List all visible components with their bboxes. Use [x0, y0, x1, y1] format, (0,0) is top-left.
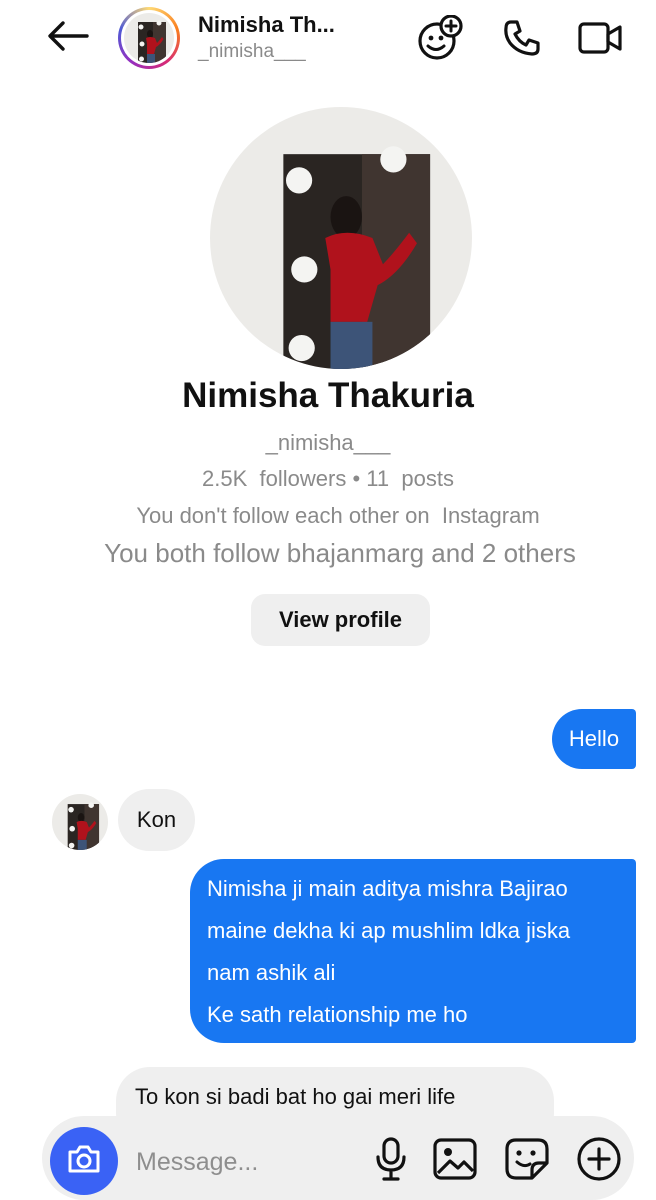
header-username: _nimisha___	[198, 41, 306, 62]
message-text: Kon	[136, 807, 177, 832]
header-avatar[interactable]	[118, 7, 180, 69]
gallery-icon	[432, 1137, 478, 1186]
gallery-button[interactable]	[430, 1136, 480, 1186]
follow-status: You don't follow each other on Instagram	[136, 503, 540, 528]
sticker-button[interactable]	[502, 1136, 552, 1186]
chat-header: Nimisha Th... _nimisha___	[0, 0, 656, 82]
video-call-button[interactable]	[574, 16, 626, 64]
profile-stats: 2.5K followers • 11 posts	[0, 466, 656, 492]
posts-count: 11	[366, 466, 390, 491]
profile-username: _nimisha___	[265, 430, 391, 455]
phone-icon	[502, 18, 542, 63]
followers-count: 2.5K	[202, 466, 248, 491]
back-arrow-icon	[47, 20, 89, 57]
message-line: nam ashik ali	[207, 960, 336, 985]
posts-label: posts	[401, 466, 454, 491]
message-line: Nimisha ji main aditya mishra Bajirao	[207, 876, 568, 901]
profile-picture[interactable]	[210, 107, 472, 369]
voice-message-button[interactable]	[366, 1136, 416, 1186]
camera-icon	[66, 1143, 102, 1180]
header-name[interactable]: Nimisha Th...	[198, 12, 335, 38]
mutual-followers: You both follow bhajanmarg and 2 others	[104, 538, 576, 568]
followers-label: followers	[259, 466, 347, 491]
message-input[interactable]	[136, 1140, 356, 1184]
message-text: Hello	[568, 726, 620, 751]
add-people-icon	[415, 13, 465, 66]
message-text: To kon si badi bat ho gai meri life	[135, 1084, 456, 1109]
back-button[interactable]	[44, 18, 92, 58]
message-line: Ke sath relationship me ho	[207, 1002, 468, 1027]
profile-name: Nimisha Thakuria	[182, 376, 474, 415]
view-profile-button[interactable]: View profile	[251, 594, 430, 646]
sticker-icon	[504, 1137, 550, 1186]
stats-separator: •	[352, 466, 361, 491]
more-options-button[interactable]	[574, 1136, 624, 1186]
microphone-icon	[371, 1136, 411, 1187]
message-line: maine dekha ki ap mushlim ldka jiska	[207, 918, 571, 943]
call-button[interactable]	[496, 16, 548, 64]
message-sent[interactable]: Nimisha ji main aditya mishra Bajirao ma…	[190, 859, 636, 1043]
message-received[interactable]: Kon	[118, 789, 195, 851]
add-people-button[interactable]	[414, 13, 466, 66]
camera-button[interactable]	[50, 1127, 118, 1195]
plus-icon	[575, 1135, 623, 1188]
message-sent[interactable]: Hello	[552, 709, 636, 769]
video-icon	[576, 18, 624, 63]
sender-avatar[interactable]	[52, 794, 108, 850]
